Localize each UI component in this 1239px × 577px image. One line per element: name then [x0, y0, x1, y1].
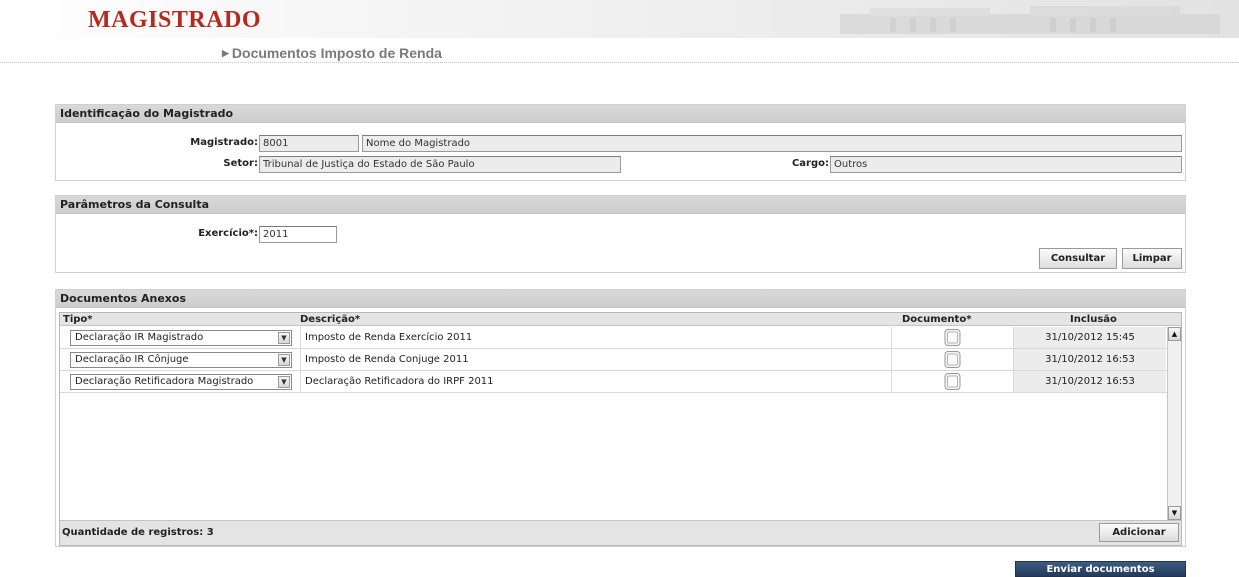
table-row[interactable]: Declaração IR Cônjuge ▼ Imposto de Renda … [60, 349, 1167, 371]
document-icon[interactable] [943, 373, 962, 390]
chevron-down-icon[interactable]: ▼ [278, 376, 290, 388]
enviar-documentos-button[interactable]: Enviar documentos [1015, 561, 1186, 577]
col-inclusao[interactable]: Inclusão [1070, 313, 1117, 326]
header-divider [0, 62, 1239, 63]
cargo-field[interactable]: Outros [830, 156, 1182, 173]
setor-field[interactable]: Tribunal de Justiça do Estado de São Pau… [259, 156, 621, 173]
record-count: Quantidade de registros: 3 [62, 527, 214, 538]
chevron-down-icon[interactable]: ▼ [278, 354, 290, 366]
tipo-value: Declaração IR Magistrado [75, 332, 204, 343]
parametros-title: Parâmetros da Consulta [56, 196, 1185, 214]
setor-label: Setor: [223, 158, 258, 169]
cargo-label: Cargo: [791, 158, 829, 169]
col-tipo[interactable]: Tipo* [63, 313, 93, 326]
documentos-title: Documentos Anexos [56, 290, 1185, 308]
app-title: MAGISTRADO [88, 7, 262, 33]
grid-footer: Quantidade de registros: 3 Adicionar [60, 520, 1181, 545]
documento-cell [891, 349, 1013, 370]
adicionar-button[interactable]: Adicionar [1099, 523, 1179, 542]
consultar-button[interactable]: Consultar [1039, 248, 1117, 269]
descricao-cell[interactable]: Imposto de Renda Exercício 2011 [300, 327, 891, 348]
scroll-down-icon[interactable]: ▼ [1168, 506, 1181, 520]
inclusao-cell: 31/10/2012 15:45 [1013, 327, 1166, 348]
document-icon[interactable] [943, 351, 962, 368]
col-descricao[interactable]: Descrição* [300, 313, 360, 326]
col-documento[interactable]: Documento* [902, 313, 971, 326]
tipo-select[interactable]: Declaração IR Cônjuge ▼ [70, 352, 292, 368]
scroll-up-icon[interactable]: ▲ [1168, 327, 1181, 341]
table-row[interactable]: Declaração Retificadora Magistrado ▼ Decl… [60, 371, 1167, 393]
magistrado-name-field[interactable]: Nome do Magistrado [362, 135, 1182, 152]
documentos-grid: Tipo* Descrição* Documento* Inclusão Dec… [59, 312, 1182, 546]
tipo-select[interactable]: Declaração Retificadora Magistrado ▼ [70, 374, 292, 390]
tipo-value: Declaração IR Cônjuge [75, 354, 189, 365]
vertical-scrollbar[interactable]: ▲ ▼ [1167, 327, 1181, 520]
identificacao-panel: Identificação do Magistrado Magistrado: … [55, 104, 1186, 181]
identificacao-title: Identificação do Magistrado [56, 105, 1185, 123]
descricao-cell[interactable]: Declaração Retificadora do IRPF 2011 [300, 371, 891, 392]
tipo-value: Declaração Retificadora Magistrado [75, 376, 254, 387]
page-heading-text: Documentos Imposto de Renda [231, 45, 442, 61]
documento-cell [891, 327, 1013, 348]
inclusao-cell: 31/10/2012 16:53 [1013, 349, 1166, 370]
magistrado-code-field[interactable]: 8001 [259, 135, 359, 152]
tipo-select[interactable]: Declaração IR Magistrado ▼ [70, 330, 292, 346]
exercicio-label: Exercício*: [198, 228, 258, 239]
page-heading: ▶ Documentos Imposto de Renda [222, 45, 442, 61]
parametros-panel: Parâmetros da Consulta Exercício*: 2011 … [55, 195, 1186, 273]
right-triangle-icon: ▶ [222, 48, 229, 58]
exercicio-input[interactable]: 2011 [259, 226, 337, 243]
inclusao-cell: 31/10/2012 16:53 [1013, 371, 1166, 392]
document-icon[interactable] [943, 329, 962, 346]
documento-cell [891, 371, 1013, 392]
building-watermark-icon [840, 6, 1220, 34]
limpar-button[interactable]: Limpar [1122, 248, 1182, 269]
table-row[interactable]: Declaração IR Magistrado ▼ Imposto de Ren… [60, 327, 1167, 349]
chevron-down-icon[interactable]: ▼ [278, 332, 290, 344]
grid-header: Tipo* Descrição* Documento* Inclusão [60, 313, 1181, 326]
magistrado-label: Magistrado: [190, 137, 258, 148]
descricao-cell[interactable]: Imposto de Renda Conjuge 2011 [300, 349, 891, 370]
documentos-panel: Documentos Anexos Tipo* Descrição* Docum… [55, 289, 1186, 547]
